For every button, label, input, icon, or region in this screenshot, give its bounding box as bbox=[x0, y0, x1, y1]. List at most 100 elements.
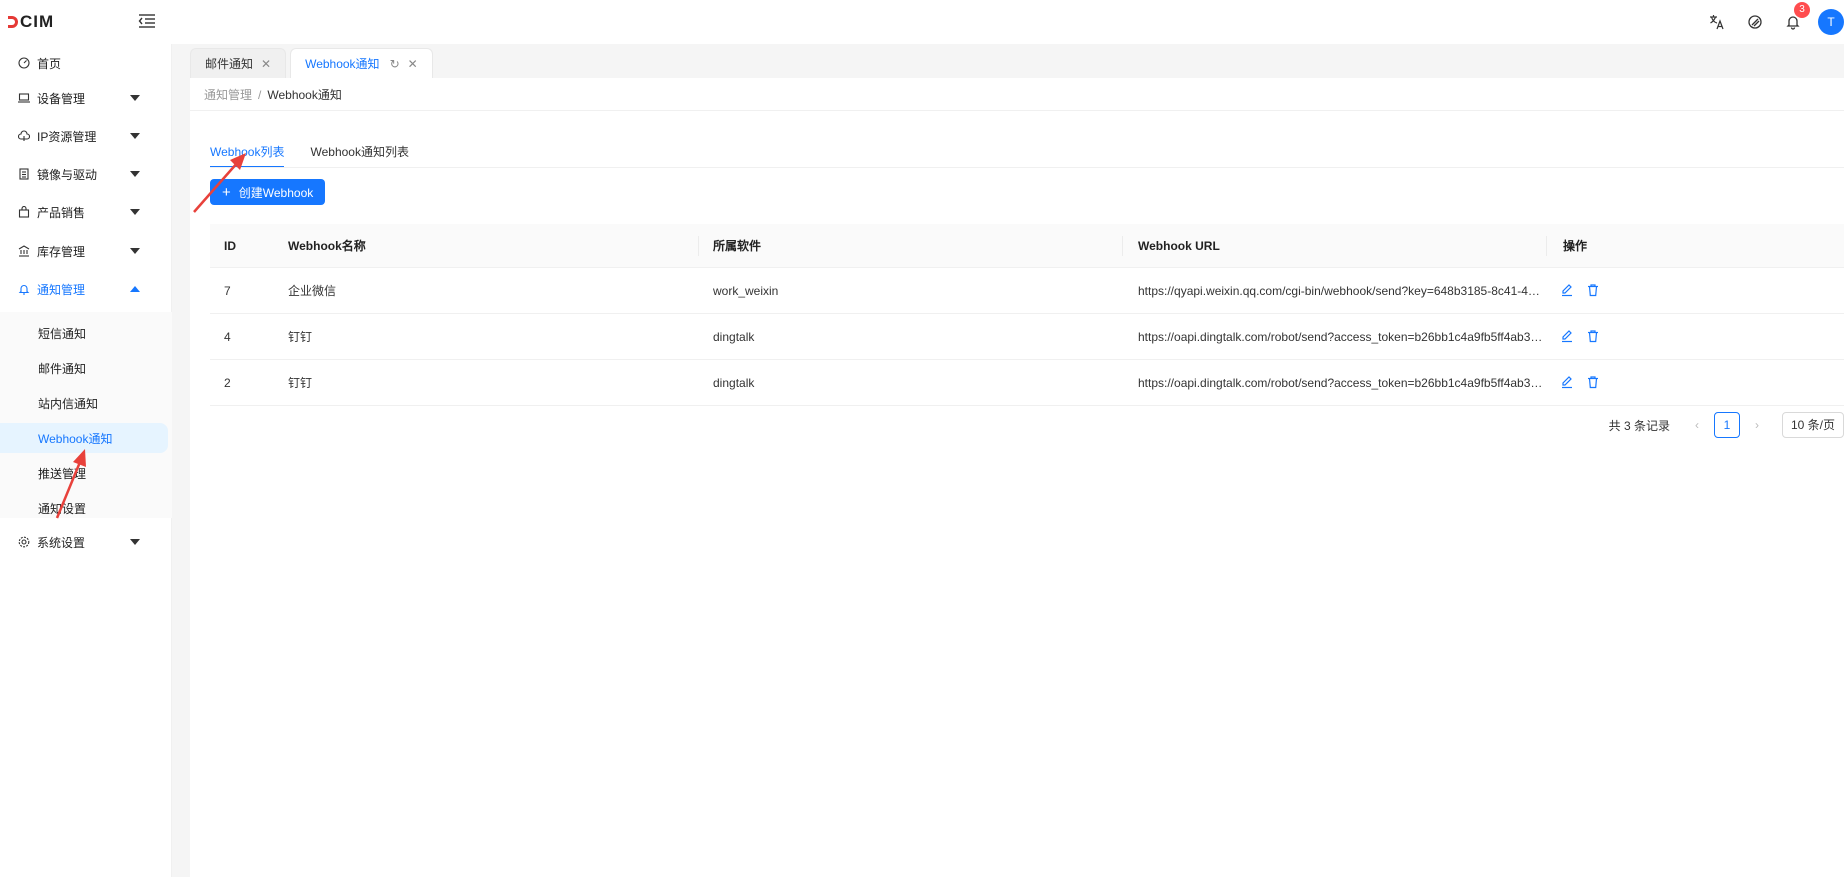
chevron-down-icon bbox=[130, 248, 140, 254]
laptop-icon bbox=[18, 92, 30, 104]
theme-toggle-icon[interactable] bbox=[1736, 0, 1774, 44]
table-row: 2 钉钉 dingtalk https://oapi.dingtalk.com/… bbox=[210, 360, 1844, 406]
sidebar-item-label: 设备管理 bbox=[37, 91, 86, 106]
cell-name: 钉钉 bbox=[288, 330, 313, 344]
chevron-down-icon bbox=[130, 95, 140, 101]
close-icon[interactable]: ✕ bbox=[261, 57, 271, 71]
cell-url: https://oapi.dingtalk.com/robot/send?acc… bbox=[1138, 330, 1544, 344]
notifications-submenu: 短信通知 邮件通知 站内信通知 Webhook通知 推送管理 通知设置 bbox=[0, 312, 172, 518]
chevron-down-icon bbox=[130, 171, 140, 177]
sidebar-item-home[interactable]: 首页 bbox=[0, 44, 172, 82]
logo-text: CIM bbox=[20, 12, 55, 31]
dashboard-icon bbox=[18, 57, 30, 69]
column-header-name: Webhook名称 bbox=[288, 239, 366, 253]
sidebar-subitem-site-message[interactable]: 站内信通知 bbox=[0, 388, 172, 418]
page-tab-webhook[interactable]: Webhook通知 ↻ ✕ bbox=[290, 48, 433, 78]
delete-icon[interactable] bbox=[1586, 283, 1600, 297]
menu-collapse-icon[interactable] bbox=[138, 13, 156, 29]
sidebar-item-ip-resources[interactable]: IP资源管理 bbox=[0, 117, 172, 155]
top-header: CIM 3 T bbox=[0, 0, 1844, 44]
page-tabs-bar: 邮件通知 ✕ Webhook通知 ↻ ✕ bbox=[190, 48, 437, 78]
sidebar: 首页 设备管理 IP资源管理 镜像与驱动 产品销售 库存管理 通知管理 短信通知… bbox=[0, 44, 172, 877]
sidebar-subitem-label: 邮件通知 bbox=[38, 361, 87, 376]
sidebar-subitem-label: Webhook通知 bbox=[38, 431, 113, 446]
delete-icon[interactable] bbox=[1586, 375, 1600, 389]
sidebar-item-label: 库存管理 bbox=[37, 244, 86, 259]
breadcrumb-current: Webhook通知 bbox=[267, 88, 342, 102]
column-header-url: Webhook URL bbox=[1138, 239, 1220, 253]
sidebar-subitem-label: 短信通知 bbox=[38, 326, 87, 341]
bell-icon bbox=[18, 283, 30, 295]
column-header-id: ID bbox=[224, 239, 236, 253]
column-header-software: 所属软件 bbox=[713, 239, 762, 253]
sidebar-item-label: 产品销售 bbox=[37, 205, 86, 220]
divider bbox=[210, 167, 1844, 168]
sidebar-item-label: 首页 bbox=[37, 56, 62, 71]
sidebar-item-label: 系统设置 bbox=[37, 535, 86, 550]
table-row: 4 钉钉 dingtalk https://oapi.dingtalk.com/… bbox=[210, 314, 1844, 360]
plus-icon: + bbox=[222, 183, 231, 201]
create-webhook-button[interactable]: + 创建Webhook bbox=[210, 179, 326, 205]
sidebar-item-inventory[interactable]: 库存管理 bbox=[0, 232, 172, 270]
notification-bell-icon[interactable]: 3 bbox=[1774, 0, 1812, 44]
file-icon bbox=[18, 168, 30, 180]
cell-name: 钉钉 bbox=[288, 376, 313, 390]
sidebar-subitem-sms[interactable]: 短信通知 bbox=[0, 318, 172, 348]
divider bbox=[190, 110, 1844, 111]
table-header: ID Webhook名称 所属软件 Webhook URL 操作 bbox=[210, 224, 1844, 268]
pagination: 共 3 条记录 ‹ 1 › 10 条/页 bbox=[1609, 412, 1844, 438]
bank-icon bbox=[18, 245, 30, 257]
sidebar-subitem-webhook[interactable]: Webhook通知 bbox=[0, 423, 168, 453]
cell-software: dingtalk bbox=[713, 376, 755, 390]
sub-tabs: Webhook列表 Webhook通知列表 bbox=[210, 140, 435, 170]
app-logo[interactable]: CIM bbox=[8, 12, 54, 32]
notification-badge: 3 bbox=[1794, 2, 1810, 18]
sidebar-item-notifications[interactable]: 通知管理 bbox=[0, 270, 172, 308]
sidebar-subitem-email[interactable]: 邮件通知 bbox=[0, 353, 172, 383]
sidebar-subitem-push[interactable]: 推送管理 bbox=[0, 458, 172, 488]
reload-icon[interactable]: ↻ bbox=[390, 57, 400, 71]
sidebar-item-label: 通知管理 bbox=[37, 282, 86, 297]
page-tab-email[interactable]: 邮件通知 ✕ bbox=[190, 48, 287, 78]
create-webhook-label: 创建Webhook bbox=[238, 185, 314, 200]
sidebar-subitem-notify-settings[interactable]: 通知设置 bbox=[0, 493, 172, 523]
sidebar-item-devices[interactable]: 设备管理 bbox=[0, 79, 172, 117]
sidebar-subitem-label: 推送管理 bbox=[38, 466, 87, 481]
tab-webhook-list[interactable]: Webhook列表 bbox=[210, 140, 285, 168]
webhook-table: ID Webhook名称 所属软件 Webhook URL 操作 7 企业微信 … bbox=[210, 224, 1844, 406]
sidebar-item-system-settings[interactable]: 系统设置 bbox=[0, 523, 172, 561]
page-number-button[interactable]: 1 bbox=[1713, 412, 1740, 438]
breadcrumb: 通知管理 / Webhook通知 bbox=[204, 86, 342, 103]
setting-icon bbox=[18, 536, 30, 548]
sidebar-item-label: IP资源管理 bbox=[37, 129, 97, 144]
pagination-total: 共 3 条记录 bbox=[1608, 418, 1670, 433]
chevron-left-icon[interactable]: ‹ bbox=[1684, 418, 1710, 432]
edit-icon[interactable] bbox=[1560, 375, 1574, 389]
breadcrumb-parent[interactable]: 通知管理 bbox=[204, 88, 252, 102]
cell-url: https://oapi.dingtalk.com/robot/send?acc… bbox=[1138, 376, 1544, 390]
edit-icon[interactable] bbox=[1560, 283, 1574, 297]
tab-webhook-notify-list[interactable]: Webhook通知列表 bbox=[310, 140, 408, 168]
sidebar-item-product-sales[interactable]: 产品销售 bbox=[0, 193, 172, 231]
close-icon[interactable]: ✕ bbox=[408, 57, 418, 71]
page-tab-label: Webhook通知 bbox=[305, 57, 380, 71]
chevron-right-icon[interactable]: › bbox=[1744, 418, 1770, 432]
chevron-up-icon bbox=[130, 286, 140, 292]
chevron-down-icon bbox=[130, 133, 140, 139]
translate-icon[interactable] bbox=[1698, 0, 1736, 44]
column-header-actions: 操作 bbox=[1563, 239, 1588, 253]
edit-icon[interactable] bbox=[1560, 329, 1574, 343]
chevron-down-icon bbox=[130, 209, 140, 215]
cell-id: 4 bbox=[224, 330, 231, 344]
cell-name: 企业微信 bbox=[288, 284, 337, 298]
cell-software: dingtalk bbox=[713, 330, 755, 344]
delete-icon[interactable] bbox=[1586, 329, 1600, 343]
page-size-select[interactable]: 10 条/页 bbox=[1781, 412, 1844, 438]
cloud-icon bbox=[18, 130, 30, 142]
column-divider bbox=[1122, 236, 1123, 256]
main-panel: 通知管理 / Webhook通知 Webhook列表 Webhook通知列表 + 创… bbox=[190, 78, 1844, 877]
chevron-down-icon bbox=[130, 539, 140, 545]
sidebar-item-images-drivers[interactable]: 镜像与驱动 bbox=[0, 155, 172, 193]
cell-id: 2 bbox=[224, 376, 231, 390]
user-avatar[interactable]: T bbox=[1818, 9, 1844, 35]
